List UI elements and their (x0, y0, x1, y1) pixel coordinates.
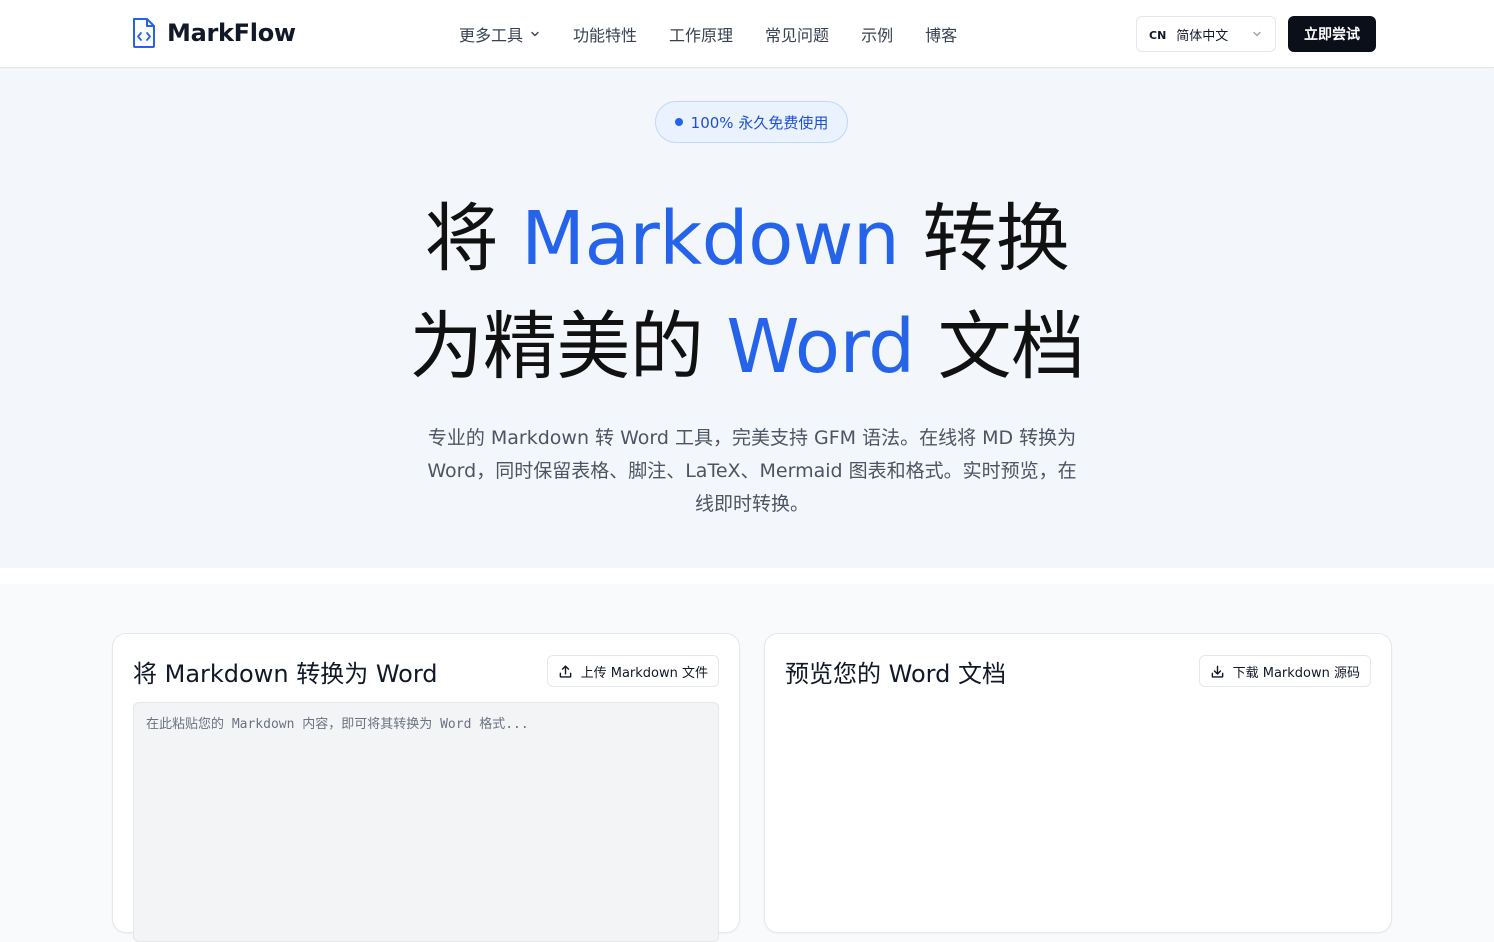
language-code: CN (1149, 28, 1167, 42)
brand-name: MarkFlow (167, 19, 296, 47)
hero-title-part: 转换 (899, 196, 1070, 282)
markdown-input[interactable] (133, 702, 719, 942)
hero-title-line-1: 将 Markdown 转换 (0, 185, 1494, 293)
nav-item-how-it-works[interactable]: 工作原理 (669, 22, 733, 46)
chevron-down-icon (1253, 31, 1261, 37)
word-preview-panel: 预览您的 Word 文档 下载 Markdown 源码 (764, 633, 1392, 933)
hero-title-part: 为精美的 (409, 304, 727, 390)
document-code-icon (133, 18, 155, 48)
badge-text: 100% 永久免费使用 (690, 113, 829, 132)
brand-logo[interactable]: MarkFlow (131, 17, 296, 49)
section-divider (0, 568, 1494, 584)
hero-title-part: 文档 (914, 304, 1086, 390)
hero-title-highlight: Markdown (521, 196, 900, 282)
hero-section: 100% 永久免费使用 将 Markdown 转换 为精美的 Word 文档 专… (0, 69, 1494, 568)
try-now-button[interactable]: 立即尝试 (1288, 16, 1376, 52)
hero-title: 将 Markdown 转换 为精美的 Word 文档 (0, 185, 1494, 401)
nav-item-more-tools[interactable]: 更多工具 (459, 22, 541, 46)
nav-item-features[interactable]: 功能特性 (573, 22, 637, 46)
language-label: 简体中文 (1176, 28, 1229, 44)
download-markdown-button[interactable]: 下载 Markdown 源码 (1198, 655, 1371, 687)
hero-description: 专业的 Markdown 转 Word 工具，完美支持 GFM 语法。在线将 M… (427, 427, 1077, 515)
free-badge: 100% 永久免费使用 (655, 101, 848, 143)
hero-title-highlight: Word (726, 304, 915, 390)
download-icon (1211, 665, 1223, 678)
language-select[interactable]: CN 简体中文 (1136, 16, 1276, 52)
nav-item-faq[interactable]: 常见问题 (765, 22, 829, 46)
nav-item-examples[interactable]: 示例 (861, 22, 893, 46)
nav-item-blog[interactable]: 博客 (925, 22, 957, 46)
editor-panel-title: 将 Markdown 转换为 Word (133, 660, 438, 688)
nav-item-label: 更多工具 (459, 26, 524, 45)
chevron-down-icon (531, 31, 539, 37)
nav-item-label: 工作原理 (669, 26, 734, 45)
upload-icon (559, 664, 571, 678)
hero-title-line-2: 为精美的 Word 文档 (0, 293, 1494, 401)
site-header: MarkFlow 更多工具 功能特性 工作原理 常见问题 示例 博客 CN 简体… (0, 0, 1494, 68)
nav-item-label: 博客 (925, 26, 958, 45)
badge-dot-icon (674, 118, 683, 126)
preview-panel-title: 预览您的 Word 文档 (785, 660, 1006, 688)
markdown-editor-panel: 将 Markdown 转换为 Word 上传 Markdown 文件 (112, 633, 740, 942)
hero-title-part: 将 (424, 196, 522, 282)
nav-item-label: 常见问题 (765, 26, 830, 45)
upload-button-label: 上传 Markdown 文件 (580, 665, 708, 681)
nav-item-label: 功能特性 (573, 26, 638, 45)
nav-item-label: 示例 (861, 26, 894, 45)
download-button-label: 下载 Markdown 源码 (1232, 665, 1360, 681)
upload-markdown-button[interactable]: 上传 Markdown 文件 (546, 655, 719, 687)
main-nav: 更多工具 功能特性 工作原理 常见问题 示例 博客 (459, 22, 989, 46)
